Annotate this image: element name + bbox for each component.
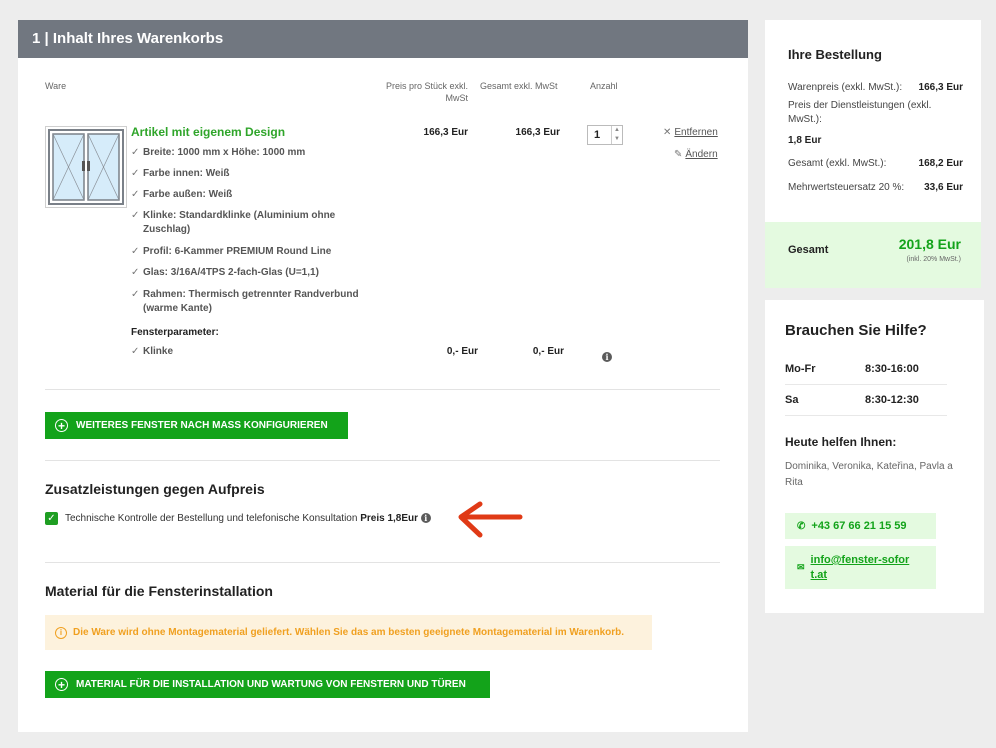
check-icon: ✓ bbox=[131, 267, 140, 278]
total-price: 166,3 Eur bbox=[515, 127, 560, 138]
feature-item: ✓ Farbe außen: Weiß bbox=[131, 189, 233, 200]
column-header-total: Gesamt exkl. MwSt bbox=[480, 81, 558, 91]
stepper-arrows-icon[interactable]: ▲ ▼ bbox=[611, 126, 622, 144]
help-title: Brauchen Sie Hilfe? bbox=[785, 322, 927, 339]
column-header-unit-price: Preis pro Stück exkl. MwSt bbox=[385, 81, 468, 103]
param-total-price: 0,- Eur bbox=[532, 346, 564, 357]
feature-item: ✓ Farbe innen: Weiß bbox=[131, 168, 230, 179]
divider bbox=[45, 460, 720, 461]
services-price-label: Preis der Dienstleistungen (exkl. MwSt.)… bbox=[788, 100, 932, 125]
configure-window-button[interactable]: + WEITERES FENSTER NACH MASS KONFIGURIERE… bbox=[45, 412, 348, 439]
parameter-item: ✓ Klinke bbox=[131, 346, 174, 357]
divider bbox=[785, 415, 947, 416]
feature-item: ✓ Rahmen: Thermisch getrennter Randverbun… bbox=[131, 289, 359, 314]
total-note: (inkl. 20% MwSt.) bbox=[906, 256, 961, 263]
close-icon: ✕ bbox=[663, 127, 672, 138]
check-icon: ✓ bbox=[131, 210, 140, 221]
order-total-box: Gesamt 201,8 Eur (inkl. 20% MwSt.) bbox=[765, 222, 981, 288]
today-title: Heute helfen Ihnen: bbox=[785, 435, 897, 449]
divider bbox=[45, 562, 720, 563]
plus-circle-icon: + bbox=[55, 418, 68, 432]
hours-day: Sa bbox=[785, 394, 799, 406]
order-title: Ihre Bestellung bbox=[788, 47, 882, 62]
annotation-arrow-icon bbox=[454, 500, 524, 547]
staff-names: Dominika, Veronika, Kateřina, Pavla a Ri… bbox=[785, 461, 953, 488]
check-icon: ✓ bbox=[131, 168, 140, 179]
help-panel: Brauchen Sie Hilfe? Mo-Fr 8:30-16:00 Sa … bbox=[765, 300, 984, 613]
vat-row: Mehrwertsteuersatz 20 %: 33,6 Eur bbox=[788, 182, 963, 193]
param-unit-price: 0,- Eur bbox=[446, 346, 478, 357]
services-price-value: 1,8 Eur bbox=[788, 135, 822, 146]
window-product-image bbox=[45, 126, 127, 208]
hours-day: Mo-Fr bbox=[785, 363, 816, 375]
info-icon[interactable]: i bbox=[420, 513, 431, 523]
total-value: 201,8 Eur bbox=[898, 236, 961, 252]
check-icon: ✓ bbox=[131, 246, 140, 257]
check-icon: ✓ bbox=[131, 147, 140, 158]
quantity-stepper[interactable]: 1 ▲ ▼ bbox=[587, 125, 623, 145]
feature-item: ✓ Klinke: Standardklinke (Aluminium ohne … bbox=[131, 210, 336, 235]
divider bbox=[785, 384, 947, 385]
parameters-title: Fensterparameter: bbox=[131, 327, 219, 338]
material-title: Material für die Fensterinstallation bbox=[45, 583, 273, 599]
info-icon[interactable]: i bbox=[602, 347, 612, 365]
envelope-icon: ✉ bbox=[797, 562, 805, 572]
phone-icon: ✆ bbox=[797, 521, 806, 532]
check-icon: ✓ bbox=[131, 189, 140, 200]
order-summary-panel: Ihre Bestellung Warenpreis (exkl. MwSt.)… bbox=[765, 20, 981, 288]
unit-price: 166,3 Eur bbox=[423, 127, 468, 138]
column-header-ware: Ware bbox=[45, 81, 67, 91]
cart-panel: 1 | Inhalt Ihres Warenkorbs Ware Preis p… bbox=[18, 20, 748, 732]
check-icon: ✓ bbox=[131, 289, 140, 300]
extras-title: Zusatzleistungen gegen Aufpreis bbox=[45, 481, 265, 497]
installation-material-button[interactable]: + MATERIAL FÜR DIE INSTALLATION UND WARTU… bbox=[45, 671, 490, 698]
cart-section-title: 1 | Inhalt Ihres Warenkorbs bbox=[18, 20, 748, 58]
pencil-icon: ✎ bbox=[674, 149, 683, 160]
consultation-checkbox[interactable]: ✓ bbox=[45, 512, 58, 525]
phone-link[interactable]: ✆ +43 67 66 21 15 59 bbox=[785, 513, 936, 539]
product-title[interactable]: Artikel mit eigenem Design bbox=[131, 125, 285, 139]
feature-item: ✓ Profil: 6-Kammer PREMIUM Round Line bbox=[131, 246, 332, 257]
hours-time: 8:30-12:30 bbox=[865, 394, 919, 406]
column-header-qty: Anzahl bbox=[590, 81, 618, 91]
feature-item: ✓ Breite: 1000 mm x Höhe: 1000 mm bbox=[131, 147, 306, 158]
info-circle-icon: i bbox=[55, 627, 67, 639]
consultation-label[interactable]: Technische Kontrolle der Bestellung und … bbox=[65, 513, 431, 524]
total-excl-row: Gesamt (exkl. MwSt.): 168,2 Eur bbox=[788, 158, 963, 169]
divider bbox=[45, 389, 720, 390]
consultation-price: Preis 1,8Eur bbox=[360, 513, 419, 524]
edit-link[interactable]: ✎ Ändern bbox=[674, 149, 718, 160]
plus-circle-icon: + bbox=[55, 677, 68, 691]
feature-item: ✓ Glas: 3/16A/4TPS 2-fach-Glas (U=1,1) bbox=[131, 267, 319, 278]
remove-link[interactable]: ✕ Entfernen bbox=[663, 127, 718, 138]
material-warning: i Die Ware wird ohne Montagematerial geli… bbox=[45, 615, 652, 650]
email-link[interactable]: ✉info@fenster-sofort.at bbox=[785, 546, 936, 589]
total-label: Gesamt bbox=[788, 244, 829, 256]
goods-price-row: Warenpreis (exkl. MwSt.): 166,3 Eur bbox=[788, 82, 963, 93]
hours-time: 8:30-16:00 bbox=[865, 363, 919, 375]
check-icon: ✓ bbox=[131, 346, 140, 357]
